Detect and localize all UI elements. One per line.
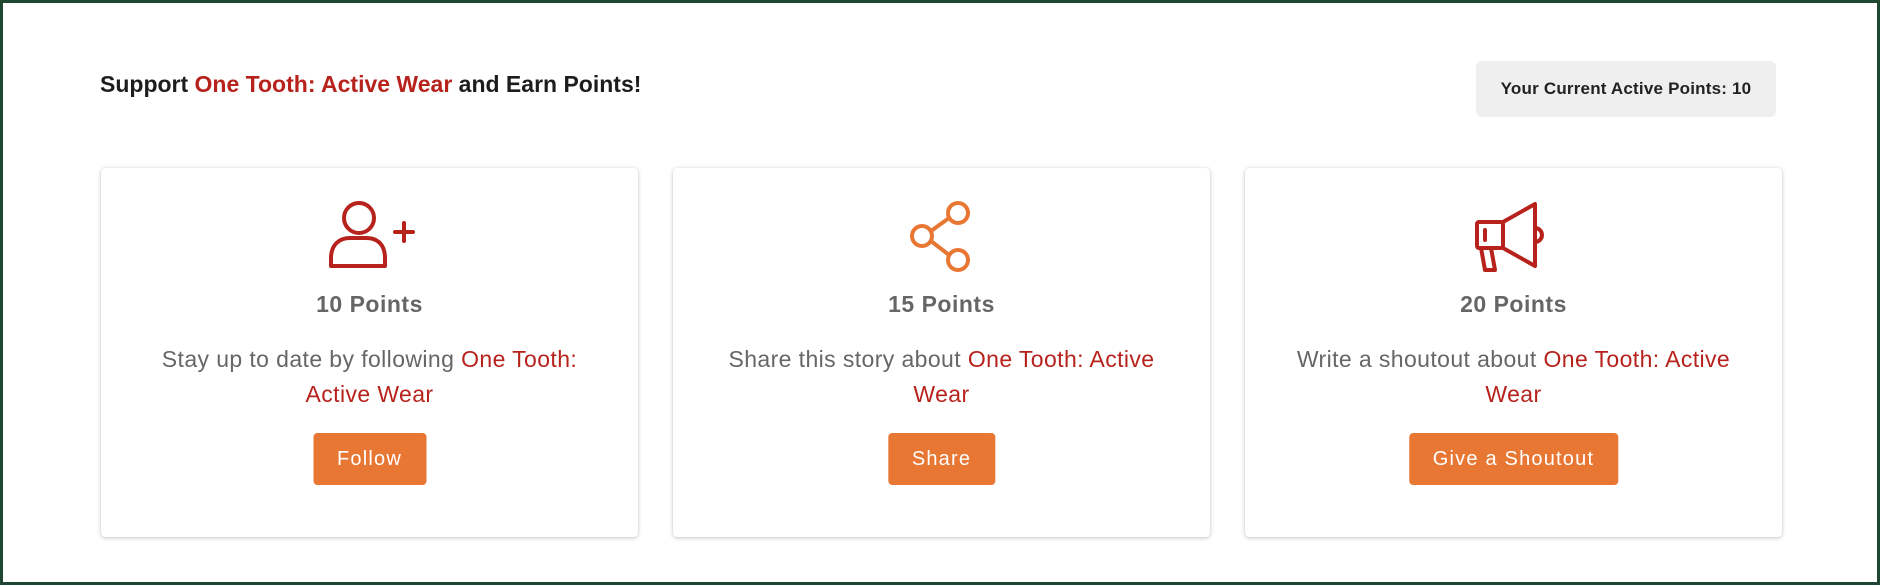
share-button[interactable]: Share <box>887 433 996 485</box>
share-points: 15 Points <box>888 291 995 317</box>
give-shoutout-button[interactable]: Give a Shoutout <box>1408 433 1619 485</box>
desc-text: Share this story about <box>728 346 962 372</box>
user-plus-icon <box>101 200 638 274</box>
megaphone-icon <box>1245 200 1782 274</box>
earn-points-panel: Support One Tooth: Active Wear and Earn … <box>0 0 1880 585</box>
headline-prefix: Support <box>100 71 189 97</box>
follow-description: Stay up to date by following One Tooth: … <box>141 342 598 412</box>
follow-button[interactable]: Follow <box>313 433 426 485</box>
follow-points: 10 Points <box>316 291 423 317</box>
shoutout-points: 20 Points <box>1460 291 1567 317</box>
share-card: 15 Points Share this story about One Too… <box>673 168 1210 537</box>
share-icon <box>673 200 1210 274</box>
shoutout-description: Write a shoutout about One Tooth: Active… <box>1285 342 1742 412</box>
desc-text: Stay up to date by following <box>161 346 455 372</box>
share-description: Share this story about One Tooth: Active… <box>713 342 1170 412</box>
action-cards: 10 Points Stay up to date by following O… <box>101 168 1783 537</box>
page-title: Support One Tooth: Active Wear and Earn … <box>100 71 641 98</box>
current-points-badge: Your Current Active Points: 10 <box>1476 61 1776 117</box>
follow-card: 10 Points Stay up to date by following O… <box>101 168 638 537</box>
headline-suffix: and Earn Points! <box>458 71 642 97</box>
shoutout-card: 20 Points Write a shoutout about One Too… <box>1245 168 1782 537</box>
header: Support One Tooth: Active Wear and Earn … <box>100 61 1776 117</box>
desc-text: Write a shoutout about <box>1296 346 1537 372</box>
brand-name: One Tooth: Active Wear <box>194 71 453 97</box>
